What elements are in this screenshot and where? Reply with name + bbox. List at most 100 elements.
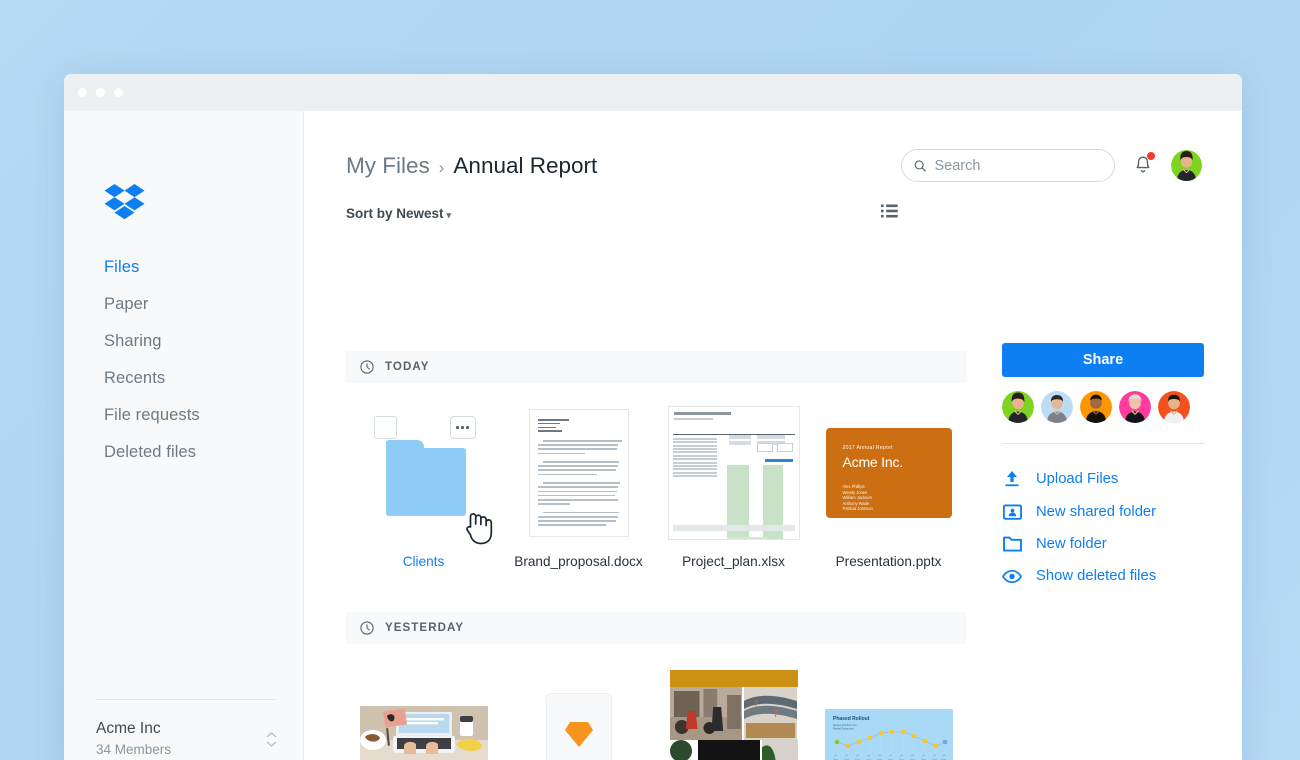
sidebar-item-recents[interactable]: Recents xyxy=(104,360,284,397)
file-name[interactable]: Project_plan.xlsx xyxy=(664,553,804,570)
desktop-background: Files Paper Sharing Recents File request… xyxy=(0,0,1300,760)
member-avatar-4[interactable] xyxy=(1119,391,1151,423)
sidebar-item-label: Sharing xyxy=(104,332,162,350)
breadcrumb-root[interactable]: My Files xyxy=(346,153,430,179)
more-dot xyxy=(456,426,459,429)
clock-icon xyxy=(360,621,374,635)
color-swatches xyxy=(669,740,696,760)
moodboard-thumbnail: 7 7 xyxy=(656,666,811,760)
new-shared-folder-action[interactable]: New shared folder xyxy=(1002,495,1204,528)
breadcrumb-current: Annual Report xyxy=(453,152,598,178)
sidebar-item-label: File requests xyxy=(104,406,200,424)
file-item-folder[interactable]: Clients xyxy=(346,405,501,570)
pdf-chart-thumbnail: Phased Rollout Europe Product Line Marke… xyxy=(811,666,966,760)
dropbox-logo[interactable] xyxy=(104,183,146,228)
sidebar-item-label: Recents xyxy=(104,369,166,387)
user-avatar[interactable] xyxy=(1171,150,1202,181)
search-box[interactable] xyxy=(901,149,1115,182)
team-switcher[interactable]: Acme Inc 34 Members xyxy=(96,699,277,760)
team-member-count: 34 Members xyxy=(96,742,172,757)
sidebar-item-label: Paper xyxy=(104,295,149,313)
svg-text:Q2: Q2 xyxy=(889,755,893,757)
member-avatar-2[interactable] xyxy=(1041,391,1073,423)
file-item-photo[interactable]: Cover_image.jpg xyxy=(346,666,501,760)
sidebar-item-deleted-files[interactable]: Deleted files xyxy=(104,434,284,471)
group-label: YESTERDAY xyxy=(385,622,465,634)
svg-text:Q2: Q2 xyxy=(933,755,937,757)
sidebar-nav: Files Paper Sharing Recents File request… xyxy=(104,249,284,471)
file-item-spreadsheet[interactable]: Project_plan.xlsx xyxy=(656,405,811,570)
upload-files-action[interactable]: Upload Files xyxy=(1002,462,1204,495)
sidebar: Files Paper Sharing Recents File request… xyxy=(64,111,304,760)
notifications-button[interactable] xyxy=(1131,151,1155,181)
more-dot xyxy=(466,426,469,429)
svg-text:Q1: Q1 xyxy=(922,755,926,757)
panel-divider xyxy=(1002,443,1204,444)
file-item-presentation[interactable]: 2017 Annual Report Acme Inc. Alex Philli… xyxy=(811,405,966,570)
file-item-sketch[interactable]: Design_mock.sketch xyxy=(501,666,656,760)
svg-text:Phased Rollout: Phased Rollout xyxy=(833,716,870,722)
pointer-cursor-icon xyxy=(462,508,496,551)
search-icon xyxy=(914,159,926,172)
file-name[interactable]: Presentation.pptx xyxy=(819,553,959,570)
group-header-yesterday: YESTERDAY xyxy=(346,612,966,644)
slide-title: Acme Inc. xyxy=(842,454,904,470)
svg-text:Q2: Q2 xyxy=(845,755,849,757)
window-maximize-button[interactable] xyxy=(114,88,123,97)
show-deleted-files-action[interactable]: Show deleted files xyxy=(1002,560,1204,592)
svg-text:Q4: Q4 xyxy=(911,755,915,757)
share-button[interactable]: Share xyxy=(1002,343,1204,377)
sidebar-item-sharing[interactable]: Sharing xyxy=(104,323,284,360)
svg-text:Q3: Q3 xyxy=(856,755,860,757)
svg-text:Q1: Q1 xyxy=(878,755,882,757)
sidebar-item-files[interactable]: Files xyxy=(104,249,284,286)
presentation-thumbnail: 2017 Annual Report Acme Inc. Alex Philli… xyxy=(811,405,966,541)
window-body: Files Paper Sharing Recents File request… xyxy=(64,111,1242,760)
breadcrumb: My Files › Annual Report xyxy=(346,153,597,179)
new-folder-action[interactable]: New folder xyxy=(1002,528,1204,560)
group-header-today: TODAY xyxy=(346,351,966,383)
window-minimize-button[interactable] xyxy=(96,88,105,97)
main-content: My Files › Annual Report Search Sort by … xyxy=(304,111,1242,760)
folder-thumbnail xyxy=(346,405,501,545)
member-avatar-5[interactable] xyxy=(1158,391,1190,423)
file-item-document[interactable]: Brand_proposal.docx xyxy=(501,405,656,570)
file-grid-today: Clients Brand_proposal.docx Project_plan… xyxy=(346,383,966,570)
sidebar-item-paper[interactable]: Paper xyxy=(104,286,284,323)
file-item-moodboard[interactable]: 7 7 xyxy=(656,666,811,760)
window-close-button[interactable] xyxy=(78,88,87,97)
sort-by-dropdown[interactable]: Sort by Newest ▾ xyxy=(346,206,451,221)
file-name[interactable]: Brand_proposal.docx xyxy=(509,553,649,570)
chevron-up-icon xyxy=(266,731,277,737)
member-avatar-1[interactable] xyxy=(1002,391,1034,423)
sketch-diamond-icon xyxy=(564,721,593,747)
more-dot xyxy=(461,426,464,429)
panel-actions: Upload Files New shared folder New folde… xyxy=(1002,462,1204,592)
member-avatar-3[interactable] xyxy=(1080,391,1112,423)
spreadsheet-thumbnail xyxy=(656,405,811,541)
folder-body-shape xyxy=(385,448,466,516)
svg-text:7: 7 xyxy=(754,699,759,709)
breadcrumb-separator: › xyxy=(438,157,445,177)
sidebar-item-file-requests[interactable]: File requests xyxy=(104,397,284,434)
action-label: New folder xyxy=(1036,536,1107,552)
folder-select-checkbox[interactable] xyxy=(373,416,397,439)
slide-kicker: 2017 Annual Report xyxy=(842,445,893,451)
file-name[interactable]: Clients xyxy=(354,553,494,570)
top-bar: My Files › Annual Report xyxy=(304,111,1242,182)
svg-text:Q3: Q3 xyxy=(942,755,946,757)
list-view-toggle[interactable] xyxy=(881,204,898,223)
clock-icon xyxy=(360,360,374,374)
rollout-chart: Phased Rollout Europe Product Line Marke… xyxy=(824,709,953,760)
slide-author: Patricia Johnson xyxy=(842,506,873,512)
member-avatars xyxy=(1002,391,1204,423)
team-name: Acme Inc xyxy=(96,720,161,737)
folder-overflow-menu-button[interactable] xyxy=(449,416,476,439)
list-view-icon xyxy=(881,204,898,218)
svg-text:Q4: Q4 xyxy=(867,755,871,757)
notification-badge xyxy=(1147,151,1155,160)
file-item-pdf[interactable]: Phased Rollout Europe Product Line Marke… xyxy=(811,666,966,760)
search-input[interactable] xyxy=(934,157,1102,174)
shared-folder-icon xyxy=(1002,503,1022,520)
team-switcher-chevrons[interactable] xyxy=(266,731,277,747)
